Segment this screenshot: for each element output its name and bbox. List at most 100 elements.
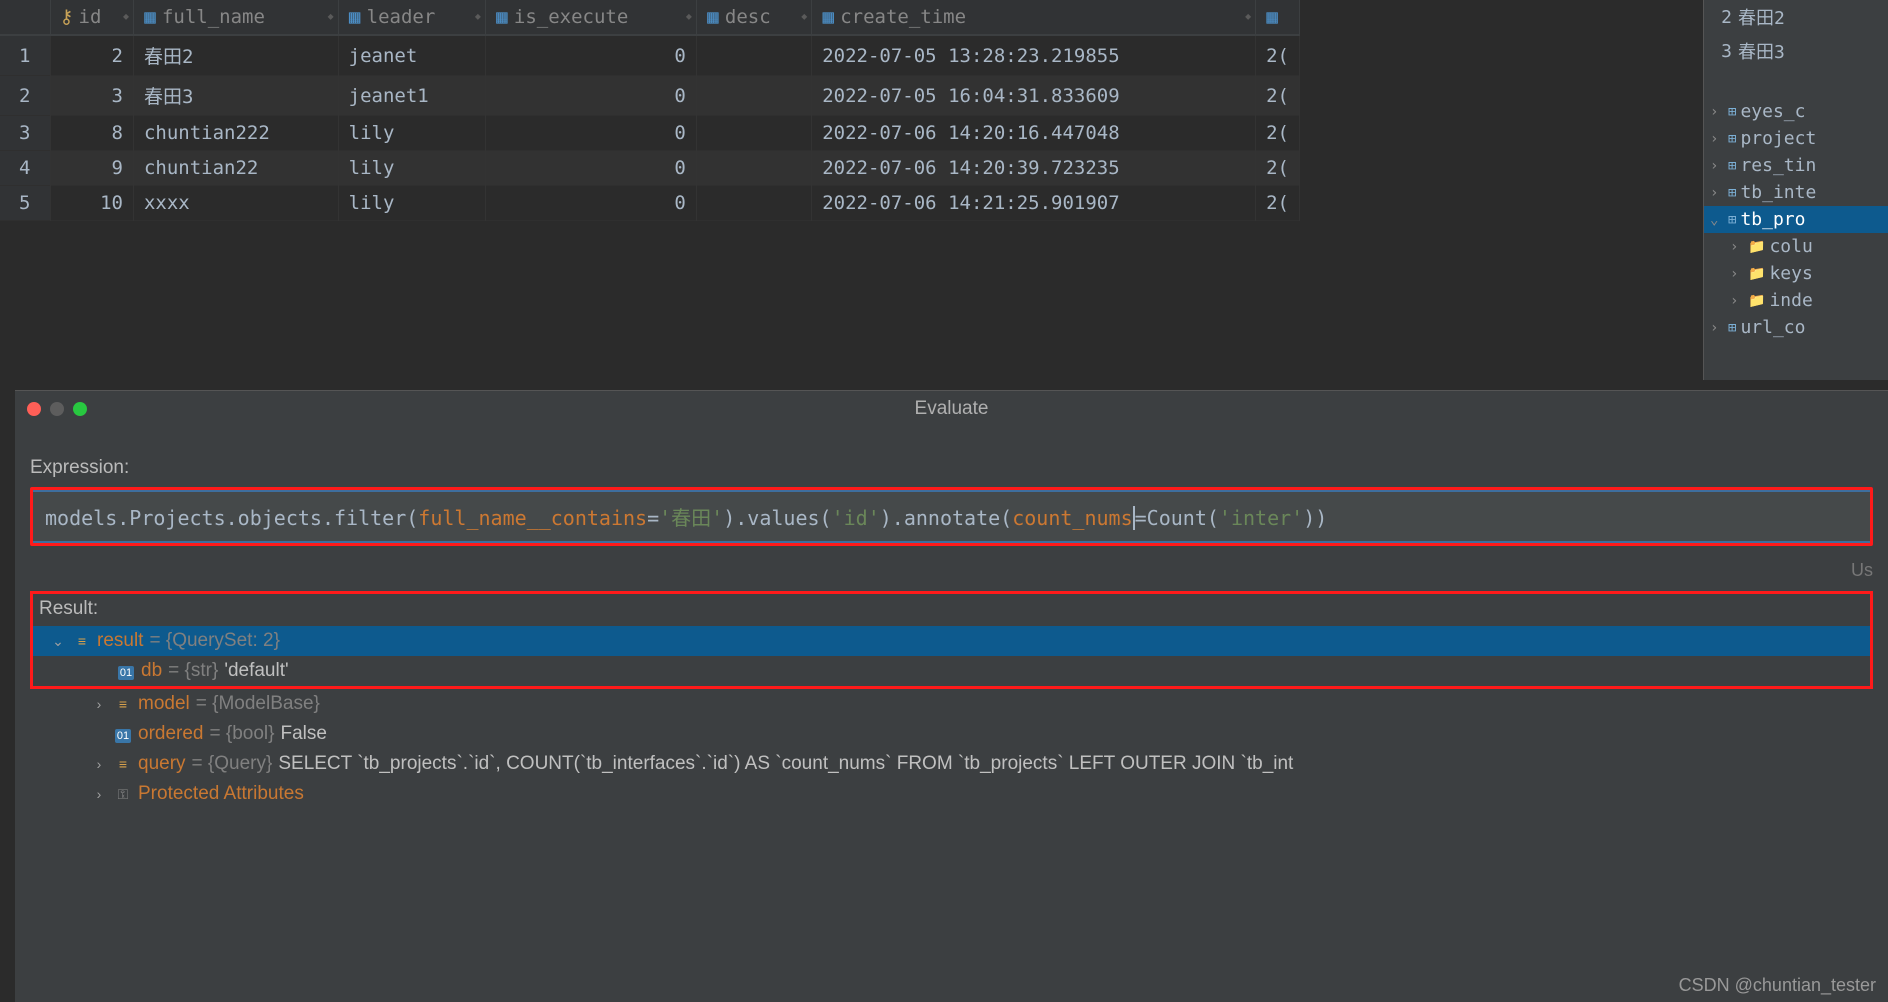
cell-id[interactable]: 3 — [50, 76, 133, 116]
cell-is-execute[interactable]: 0 — [485, 186, 696, 221]
sort-icon[interactable]: ◆ — [328, 12, 332, 23]
row-number: 3 — [0, 116, 50, 151]
cell-is-execute[interactable]: 0 — [485, 116, 696, 151]
col-rownum[interactable] — [0, 0, 50, 35]
minimize-button[interactable] — [50, 402, 64, 416]
sort-icon[interactable]: ◆ — [123, 12, 127, 23]
cell-leader[interactable]: lily — [338, 186, 485, 221]
chevron-right-icon[interactable] — [1710, 131, 1724, 147]
cell-full-name[interactable]: chuntian222 — [133, 116, 338, 151]
cell-id[interactable]: 2 — [50, 35, 133, 76]
cell-desc[interactable] — [696, 186, 811, 221]
dialog-titlebar[interactable]: Evaluate — [15, 391, 1888, 427]
table-icon: ⊞ — [1728, 131, 1736, 147]
col-is-execute[interactable]: ▦is_execute◆ — [485, 0, 696, 35]
col-overflow[interactable]: ▦ — [1256, 0, 1300, 35]
cell-leader[interactable]: jeanet — [338, 35, 485, 76]
cell-create-time[interactable]: 2022-07-05 16:04:31.833609 — [812, 76, 1256, 116]
cell-desc[interactable] — [696, 35, 811, 76]
chevron-right-icon[interactable] — [1730, 293, 1744, 309]
table-row[interactable]: 49chuntian22lily02022-07-06 14:20:39.723… — [0, 151, 1300, 186]
result-tree-node[interactable]: ›≡query = {Query} SELECT `tb_projects`.`… — [30, 749, 1873, 779]
cell-full-name[interactable]: 春田2 — [133, 35, 338, 76]
cell-leader[interactable]: lily — [338, 116, 485, 151]
field-icon: ▦ — [705, 6, 721, 28]
col-desc[interactable]: ▦desc◆ — [696, 0, 811, 35]
node-type: = {str} — [168, 660, 218, 682]
db-results-table: ⚷id◆ ▦full_name◆ ▦leader◆ ▦is_execute◆ ▦… — [0, 0, 1300, 221]
node-value: False — [281, 723, 327, 745]
field-icon: ▦ — [1264, 6, 1280, 28]
cell-id[interactable]: 8 — [50, 116, 133, 151]
db-tree-item[interactable]: ⊞eyes_c — [1704, 98, 1888, 125]
cell-create-time[interactable]: 2022-07-06 14:20:39.723235 — [812, 151, 1256, 186]
cell-is-execute[interactable]: 0 — [485, 151, 696, 186]
db-tree-item[interactable]: ⊞res_tin — [1704, 152, 1888, 179]
result-tree-node[interactable]: 01db = {str} 'default' — [33, 656, 1870, 686]
node-name: Protected Attributes — [138, 783, 304, 805]
col-leader[interactable]: ▦leader◆ — [338, 0, 485, 35]
chevron-right-icon[interactable] — [1710, 104, 1724, 120]
table-row[interactable]: 38chuntian222lily0 2022-07-06 14:20:16.44… — [0, 116, 1300, 151]
sort-icon[interactable]: ◆ — [801, 12, 805, 23]
table-row[interactable]: 23春田3jeanet102022-07-05 16:04:31.8336092… — [0, 76, 1300, 116]
col-full-name[interactable]: ▦full_name◆ — [133, 0, 338, 35]
maximize-button[interactable] — [73, 402, 87, 416]
cell-full-name[interactable]: 春田3 — [133, 76, 338, 116]
result-tree-node[interactable]: ⌄≡result = {QuerySet: 2} — [33, 626, 1870, 656]
cell-full-name[interactable]: xxxx — [133, 186, 338, 221]
cell-id[interactable]: 9 — [50, 151, 133, 186]
cell-id[interactable]: 10 — [50, 186, 133, 221]
cell-is-execute[interactable]: 0 — [485, 76, 696, 116]
expression-input[interactable]: models.Projects.objects.filter(full_name… — [33, 490, 1870, 543]
db-tree-item[interactable]: ⊞project — [1704, 125, 1888, 152]
cell-desc[interactable] — [696, 151, 811, 186]
cell-overflow[interactable]: 2( — [1256, 76, 1300, 116]
chevron-right-icon[interactable] — [1710, 320, 1724, 336]
cell-overflow[interactable]: 2( — [1256, 35, 1300, 76]
col-create-time[interactable]: ▦create_time◆ — [812, 0, 1256, 35]
node-value: SELECT `tb_projects`.`id`, COUNT(`tb_int… — [278, 753, 1293, 775]
chevron-right-icon[interactable] — [1710, 158, 1724, 174]
chevron-icon[interactable]: ⌄ — [49, 633, 67, 650]
cell-overflow[interactable]: 2( — [1256, 186, 1300, 221]
peek-row[interactable]: 3春田3 — [1704, 34, 1888, 68]
sort-icon[interactable]: ◆ — [686, 12, 690, 23]
chevron-icon[interactable]: › — [90, 696, 108, 712]
cell-overflow[interactable]: 2( — [1256, 151, 1300, 186]
chevron-down-icon[interactable] — [1710, 212, 1724, 228]
db-tree-item[interactable]: ⊞tb_inte — [1704, 179, 1888, 206]
close-button[interactable] — [27, 402, 41, 416]
cell-create-time[interactable]: 2022-07-06 14:20:16.447048 — [812, 116, 1256, 151]
sort-icon[interactable]: ◆ — [1245, 12, 1249, 23]
cell-is-execute[interactable]: 0 — [485, 35, 696, 76]
db-tree-item[interactable]: ⊞tb_pro — [1704, 206, 1888, 233]
cell-create-time[interactable]: 2022-07-06 14:21:25.901907 — [812, 186, 1256, 221]
chevron-right-icon[interactable] — [1730, 266, 1744, 282]
cell-leader[interactable]: jeanet1 — [338, 76, 485, 116]
table-row[interactable]: 12春田2jeanet02022-07-05 13:28:23.2198552( — [0, 35, 1300, 76]
table-row[interactable]: 510xxxxlily02022-07-06 14:21:25.9019072( — [0, 186, 1300, 221]
db-tree-item[interactable]: 📁keys — [1704, 260, 1888, 287]
cell-overflow[interactable]: 2( — [1256, 116, 1300, 151]
result-tree-node[interactable]: ›≡model = {ModelBase} — [30, 689, 1873, 719]
cell-full-name[interactable]: chuntian22 — [133, 151, 338, 186]
col-id[interactable]: ⚷id◆ — [50, 0, 133, 35]
chevron-icon[interactable]: › — [90, 786, 108, 802]
db-tree-item[interactable]: ⊞url_co — [1704, 314, 1888, 341]
data-table-panel: ⚷id◆ ▦full_name◆ ▦leader◆ ▦is_execute◆ ▦… — [0, 0, 1300, 380]
cell-create-time[interactable]: 2022-07-05 13:28:23.219855 — [812, 35, 1256, 76]
db-tree-item[interactable]: 📁colu — [1704, 233, 1888, 260]
sort-icon[interactable]: ◆ — [475, 12, 479, 23]
peek-row[interactable]: 2春田2 — [1704, 0, 1888, 34]
result-tree-node[interactable]: ›⚿Protected Attributes — [30, 779, 1873, 809]
cell-desc[interactable] — [696, 76, 811, 116]
chevron-icon[interactable]: › — [90, 756, 108, 772]
cell-leader[interactable]: lily — [338, 151, 485, 186]
chevron-right-icon[interactable] — [1730, 239, 1744, 255]
db-tree-item[interactable]: 📁inde — [1704, 287, 1888, 314]
chevron-right-icon[interactable] — [1710, 185, 1724, 201]
cell-desc[interactable] — [696, 116, 811, 151]
node-value: 'default' — [224, 660, 288, 682]
result-tree-node[interactable]: 01ordered = {bool} False — [30, 719, 1873, 749]
